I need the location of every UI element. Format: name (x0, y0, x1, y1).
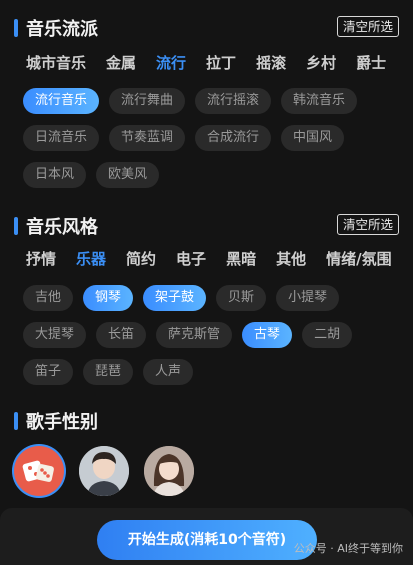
gender-options (14, 446, 209, 496)
female-avatar (144, 446, 194, 496)
genre-tabs: 城市音乐 金属 流行 拉丁 摇滚 乡村 爵士 (26, 52, 413, 73)
random-gender-option[interactable] (14, 446, 64, 496)
style-tab[interactable]: 乐器 (76, 248, 106, 269)
style-tabs: 抒情 乐器 简约 电子 黑暗 其他 情绪/氛围 (26, 248, 413, 269)
style-chip[interactable]: 小提琴 (276, 285, 340, 311)
genre-chip[interactable]: 日流音乐 (23, 125, 100, 151)
genre-chip[interactable]: 合成流行 (195, 125, 272, 151)
style-title: 音乐风格 (26, 217, 98, 238)
section-accent-bar (14, 19, 18, 37)
style-chip[interactable]: 长笛 (96, 322, 147, 348)
style-chip[interactable]: 人声 (143, 359, 194, 385)
gender-title: 歌手性别 (26, 412, 98, 433)
style-chip[interactable]: 贝斯 (216, 285, 267, 311)
style-tab[interactable]: 抒情 (26, 248, 56, 269)
genre-tab[interactable]: 乡村 (306, 52, 336, 73)
dice-icon (22, 460, 54, 482)
style-chips: 吉他 钢琴 架子鼓 贝斯 小提琴大提琴 长笛 萨克斯管 古琴 二胡笛子 琵琶 人声 (23, 285, 403, 396)
style-tab[interactable]: 电子 (176, 248, 206, 269)
genre-chips: 流行音乐 流行舞曲 流行摇滚 韩流音乐日流音乐 节奏蓝调 合成流行 中国风日本风 欧美风 (23, 88, 403, 199)
genre-chip[interactable]: 日本风 (23, 162, 87, 188)
watermark-text: 公众号 · AI终于等到你 (293, 542, 403, 555)
style-tab[interactable]: 黑暗 (226, 248, 256, 269)
genre-title: 音乐流派 (26, 19, 98, 40)
style-tab[interactable]: 简约 (126, 248, 156, 269)
style-chip[interactable]: 琵琶 (83, 359, 134, 385)
style-chip[interactable]: 吉他 (23, 285, 74, 311)
style-clear-button[interactable]: 清空所选 (336, 214, 399, 235)
genre-chip[interactable]: 中国风 (281, 125, 345, 151)
genre-chip[interactable]: 韩流音乐 (281, 88, 358, 114)
style-chip[interactable]: 钢琴 (83, 285, 134, 311)
genre-chip[interactable]: 欧美风 (96, 162, 160, 188)
male-avatar (79, 446, 129, 496)
style-chip[interactable]: 架子鼓 (143, 285, 207, 311)
genre-chip[interactable]: 流行音乐 (23, 88, 100, 114)
generate-button[interactable]: 开始生成(消耗10个音符) (97, 520, 317, 560)
style-chip[interactable]: 大提琴 (23, 322, 87, 348)
genre-clear-button[interactable]: 清空所选 (336, 16, 399, 37)
genre-tab[interactable]: 爵士 (356, 52, 386, 73)
section-accent-bar (14, 217, 18, 235)
female-singer-option[interactable] (144, 446, 194, 496)
genre-header: 音乐流派 (14, 15, 98, 41)
genre-tab[interactable]: 摇滚 (256, 52, 286, 73)
style-header: 音乐风格 (14, 213, 98, 239)
genre-tab[interactable]: 金属 (106, 52, 136, 73)
genre-tab[interactable]: 流行 (156, 52, 186, 73)
male-singer-option[interactable] (79, 446, 129, 496)
genre-chip[interactable]: 流行舞曲 (109, 88, 186, 114)
section-accent-bar (14, 412, 18, 430)
genre-tab[interactable]: 城市音乐 (26, 52, 86, 73)
gender-header: 歌手性别 (14, 408, 98, 434)
genre-chip[interactable]: 流行摇滚 (195, 88, 272, 114)
style-tab[interactable]: 情绪/氛围 (326, 248, 391, 269)
style-chip[interactable]: 二胡 (302, 322, 353, 348)
style-chip[interactable]: 萨克斯管 (156, 322, 233, 348)
genre-tab[interactable]: 拉丁 (206, 52, 236, 73)
style-chip[interactable]: 古琴 (242, 322, 293, 348)
style-tab[interactable]: 其他 (276, 248, 306, 269)
style-chip[interactable]: 笛子 (23, 359, 74, 385)
genre-chip[interactable]: 节奏蓝调 (109, 125, 186, 151)
